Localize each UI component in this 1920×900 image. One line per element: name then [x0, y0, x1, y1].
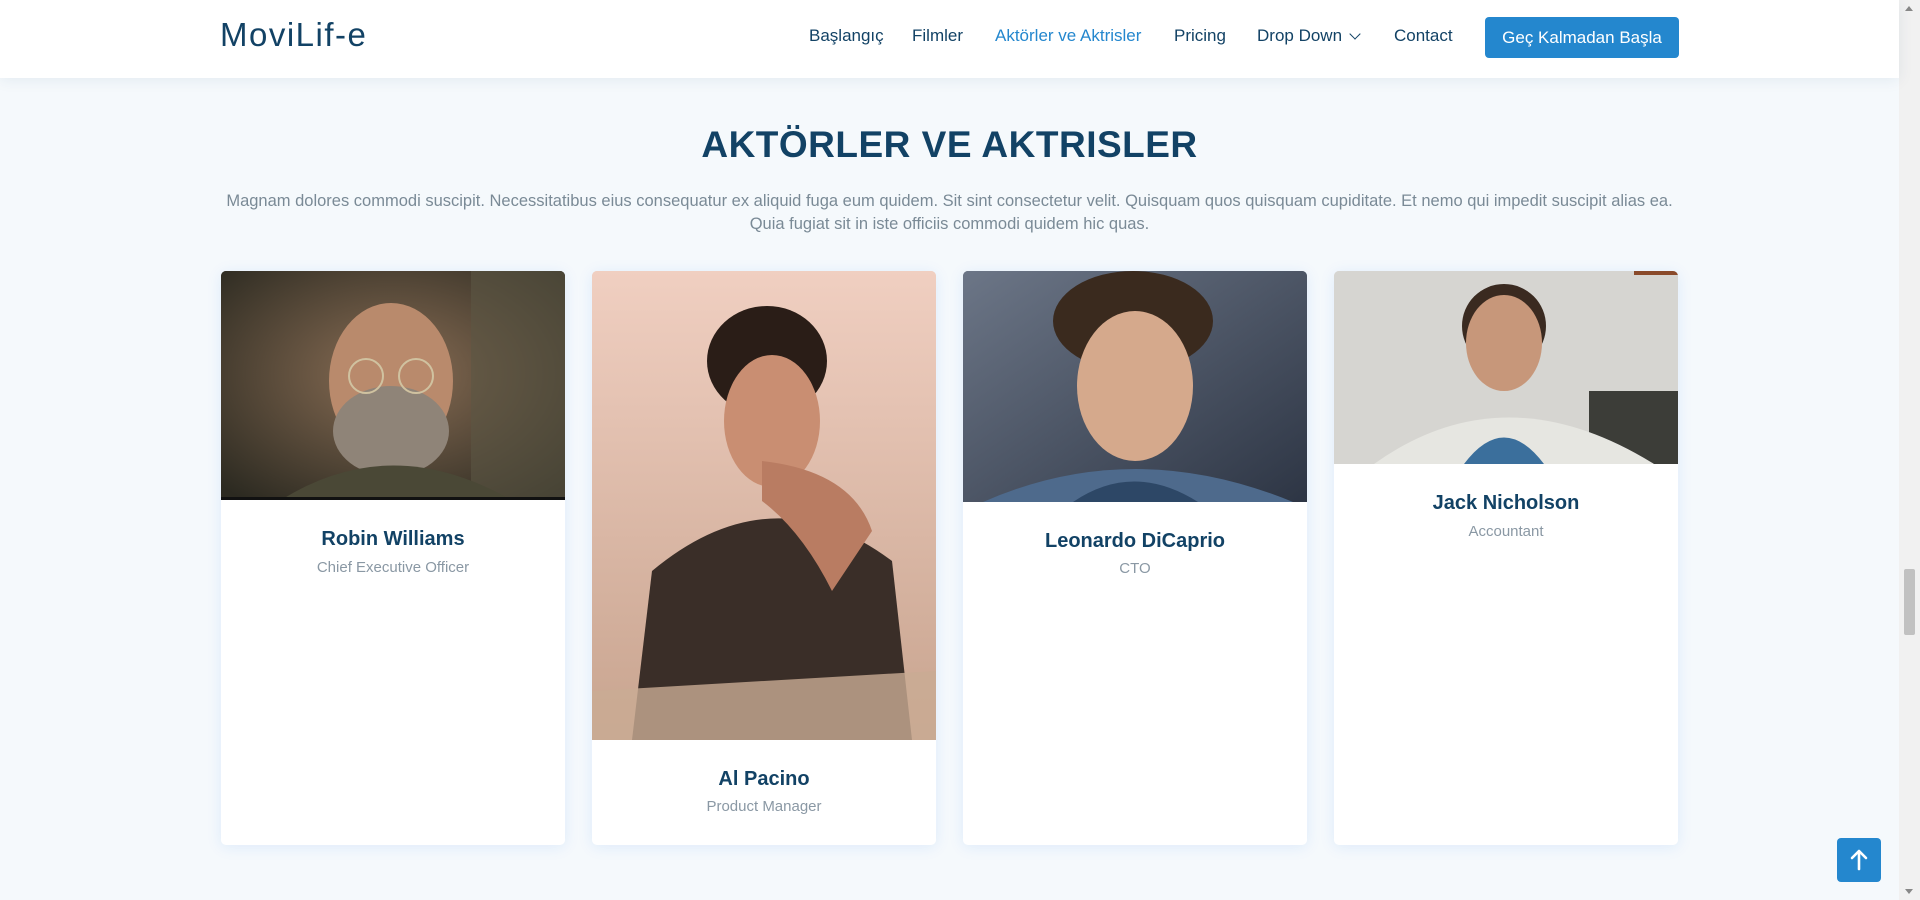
nav-item-contact[interactable]: Contact: [1394, 26, 1453, 46]
actor-name: Leonardo DiCaprio: [1044, 530, 1225, 552]
actor-name: Jack Nicholson: [1432, 492, 1580, 514]
actor-role: Chief Executive Officer: [316, 559, 470, 576]
section-title: AKTÖRLER VE AKTRISLER: [701, 124, 1198, 165]
scroll-down-arrow-icon[interactable]: [1905, 889, 1913, 894]
team-card-leonardo-dicaprio[interactable]: Leonardo DiCaprio CTO: [963, 271, 1307, 845]
actor-role: Accountant: [1468, 523, 1544, 540]
get-started-button[interactable]: Geç Kalmadan Başla: [1485, 17, 1679, 58]
nav-item-drop-down-label: Drop Down: [1257, 26, 1343, 45]
team-card-al-pacino[interactable]: Al Pacino Product Manager: [592, 271, 936, 845]
chevron-down-icon: [1349, 28, 1361, 40]
site-header: MoviLif-e Başlangıç Filmler Aktörler ve …: [0, 0, 1899, 78]
actor-role: Product Manager: [706, 798, 822, 815]
actor-photo: [592, 271, 936, 740]
team-card-jack-nicholson[interactable]: Jack Nicholson Accountant: [1334, 271, 1678, 845]
nav-item-filmler[interactable]: Filmler: [912, 26, 963, 46]
scroll-up-arrow-icon[interactable]: [1905, 6, 1913, 11]
nav-item-aktorler[interactable]: Aktörler ve Aktrisler: [995, 26, 1141, 46]
vertical-scrollbar[interactable]: [1899, 0, 1920, 900]
nav-item-baslangic[interactable]: Başlangıç: [809, 26, 884, 46]
back-to-top-button[interactable]: [1837, 838, 1881, 882]
arrow-up-icon: [1850, 849, 1868, 871]
actor-name: Al Pacino: [718, 768, 810, 790]
section-description: Magnam dolores commodi suscipit. Necessi…: [226, 192, 1673, 233]
nav-item-drop-down[interactable]: Drop Down: [1257, 26, 1361, 46]
actor-name: Robin Williams: [321, 528, 465, 550]
actor-photo: [963, 271, 1307, 502]
actor-role: CTO: [1119, 560, 1151, 577]
actor-photo: [221, 271, 565, 500]
nav-item-pricing[interactable]: Pricing: [1174, 26, 1226, 46]
scroll-thumb[interactable]: [1904, 569, 1915, 635]
actor-photo: [1334, 271, 1678, 464]
team-card-robin-williams[interactable]: Robin Williams Chief Executive Officer: [221, 271, 565, 845]
